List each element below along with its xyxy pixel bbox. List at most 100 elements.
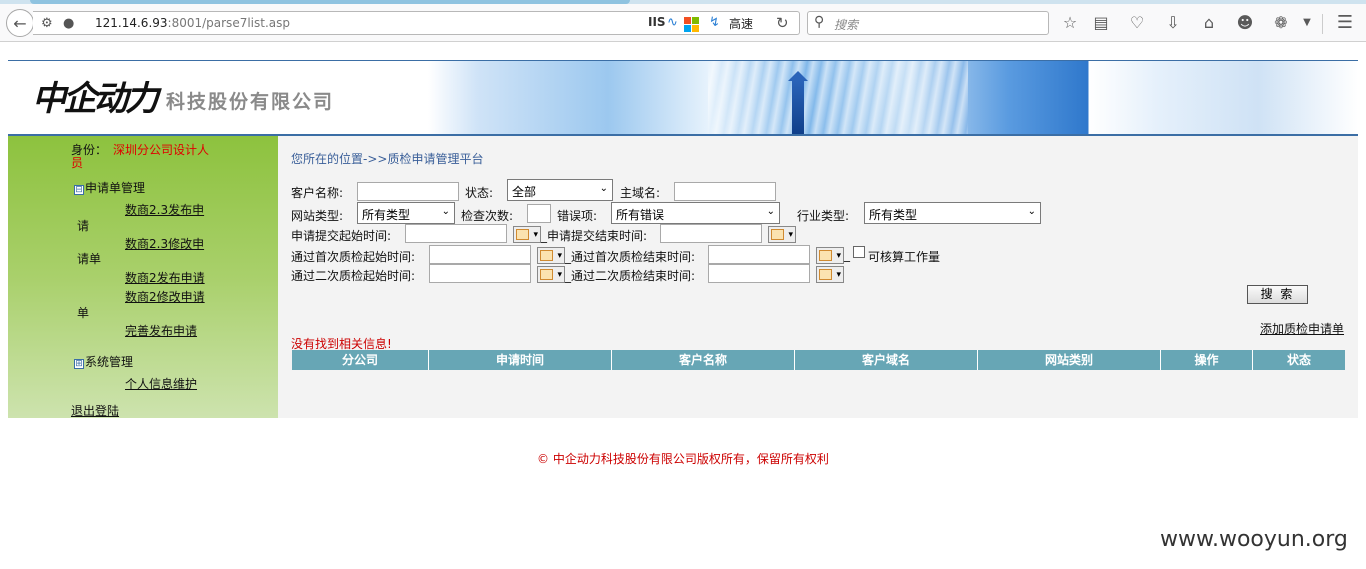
first-check-end-input[interactable]: [708, 245, 810, 264]
bookmark-star-icon[interactable]: ☆: [1060, 13, 1080, 33]
download-icon[interactable]: ⇩: [1163, 13, 1183, 33]
error-label: 错误项:: [557, 209, 598, 223]
lightning-icon[interactable]: ↯: [709, 15, 720, 30]
submit-start-input[interactable]: [405, 224, 507, 243]
customer-name-input[interactable]: [357, 182, 459, 201]
header-banner: 中企动力 科技股份有限公司: [8, 60, 1358, 135]
chevron-down-icon: ⌄: [766, 206, 775, 217]
customer-name-label: 客户名称:: [291, 186, 344, 200]
sidebar-item-ds2-publish[interactable]: 数商2发布申请: [125, 269, 205, 286]
industry-label: 行业类型:: [797, 209, 850, 223]
group-apply-label: 申请单管理: [85, 181, 146, 195]
chevron-down-icon: ⌄: [441, 206, 450, 217]
sidebar-item-complete-publish[interactable]: 完善发布申请: [125, 322, 197, 339]
first-check-start-input[interactable]: [429, 245, 531, 264]
check-count-input[interactable]: [527, 204, 551, 223]
sidebar-item-wrap: 请: [77, 219, 90, 233]
second-check-end-label: _通过二次质检结束时间:: [565, 269, 696, 283]
group-system-management[interactable]: ⊞ 系统管理: [74, 353, 133, 370]
error-select-value: 所有错误: [616, 208, 665, 222]
reload-icon[interactable]: ↻: [776, 14, 789, 32]
company-logo: 中企动力: [32, 79, 159, 119]
site-type-select[interactable]: 所有类型 ⌄: [357, 202, 455, 224]
accountable-checkbox[interactable]: [853, 246, 865, 258]
second-check-end-input[interactable]: [708, 264, 810, 283]
banner-tower-graphic: [788, 71, 808, 134]
collapse-toggle-icon[interactable]: ⊟: [74, 185, 84, 195]
second-check-start-label: 通过二次质检起始时间:: [291, 269, 416, 283]
expand-toggle-icon[interactable]: ⊞: [74, 359, 84, 369]
key-icon[interactable]: ⚙: [41, 16, 53, 31]
add-check-request-link[interactable]: 添加质检申请单: [1260, 320, 1344, 337]
back-button[interactable]: ←: [6, 9, 34, 37]
pocket-icon[interactable]: ♡: [1127, 13, 1147, 33]
tilde-icon[interactable]: ∿: [667, 15, 678, 30]
submit-end-label: _申请提交结束时间:: [541, 229, 648, 243]
sidebar-item-ds23-publish[interactable]: 数商2.3发布申: [125, 201, 204, 218]
search-bar[interactable]: ⚲ 搜索: [807, 11, 1049, 35]
column-header-apply-time[interactable]: 申请时间: [429, 350, 612, 370]
calendar-picker-icon[interactable]: ▾: [816, 266, 844, 283]
site-identity-icon[interactable]: ●: [63, 16, 74, 31]
breadcrumb: 您所在的位置->>质检申请管理平台: [291, 152, 484, 166]
logout-link[interactable]: 退出登陆: [71, 402, 119, 419]
calendar-picker-icon[interactable]: ▾: [537, 266, 565, 283]
second-check-start-input[interactable]: [429, 264, 531, 283]
chevron-down-icon: ⌄: [599, 183, 608, 194]
dropdown-arrow-icon[interactable]: ▼: [1297, 13, 1317, 33]
menu-icon[interactable]: ☰: [1335, 13, 1355, 33]
search-button[interactable]: 搜 索: [1247, 285, 1308, 304]
copyright-footer: © 中企动力科技股份有限公司版权所有，保留所有权利: [537, 452, 829, 466]
underscore-separator: _: [844, 248, 850, 262]
company-name-suffix: 科技股份有限公司: [166, 91, 335, 113]
site-type-label: 网站类型:: [291, 209, 344, 223]
back-arrow-icon: ←: [13, 13, 27, 33]
search-icon: ⚲: [814, 14, 825, 30]
error-select[interactable]: 所有错误 ⌄: [611, 202, 780, 224]
calendar-picker-icon[interactable]: ▾: [537, 247, 565, 264]
calendar-picker-icon[interactable]: ▾: [768, 226, 796, 243]
column-header-customer-name[interactable]: 客户名称: [612, 350, 795, 370]
search-placeholder: 搜索: [834, 18, 859, 32]
accountable-label: 可核算工作量: [868, 250, 941, 264]
speed-mode-label[interactable]: 高速: [729, 15, 753, 32]
column-header-customer-domain[interactable]: 客户域名: [795, 350, 978, 370]
calendar-picker-icon[interactable]: ▾: [816, 247, 844, 264]
chat-icon[interactable]: ☻: [1235, 13, 1255, 33]
sidebar-item-wrap: 单: [77, 306, 90, 320]
extension-icon[interactable]: ❁: [1271, 13, 1291, 33]
site-type-select-value: 所有类型: [362, 208, 411, 222]
calendar-picker-icon[interactable]: ▾: [513, 226, 541, 243]
sidebar-item-ds2-modify[interactable]: 数商2修改申请: [125, 288, 205, 305]
identity-value: 深圳分公司设计人: [113, 143, 210, 157]
banner-light-rays: [708, 61, 968, 134]
result-table-header: 分公司 申请时间 客户名称 客户域名 网站类别 操作 状态: [292, 350, 1345, 370]
first-check-end-label: _通过首次质检结束时间:: [565, 250, 696, 264]
first-check-start-label: 通过首次质检起始时间:: [291, 250, 416, 264]
group-system-label: 系统管理: [85, 355, 134, 369]
submit-start-label: 申请提交起始时间:: [291, 229, 392, 243]
identity-value-wrap: 员: [71, 156, 84, 170]
submit-end-input[interactable]: [660, 224, 762, 243]
status-select[interactable]: 全部 ⌄: [507, 179, 613, 201]
column-header-branch[interactable]: 分公司: [292, 350, 429, 370]
domain-label: 主域名:: [620, 186, 661, 200]
home-icon[interactable]: ⌂: [1199, 13, 1219, 33]
check-count-label: 检查次数:: [461, 209, 514, 223]
sidebar-item-ds23-modify[interactable]: 数商2.3修改申: [125, 235, 204, 252]
column-header-site-category[interactable]: 网站类别: [978, 350, 1161, 370]
url-bar[interactable]: ⚙ ● 121.14.6.93:8001/parse7list.asp IIS …: [33, 11, 800, 35]
column-header-operation[interactable]: 操作: [1161, 350, 1253, 370]
group-apply-management[interactable]: ⊟ 申请单管理: [74, 179, 145, 196]
reading-list-icon[interactable]: ▤: [1091, 13, 1111, 33]
sidebar-item-profile[interactable]: 个人信息维护: [125, 375, 197, 392]
url-text[interactable]: 121.14.6.93:8001/parse7list.asp: [95, 16, 290, 30]
iis-label[interactable]: IIS: [648, 15, 666, 29]
industry-select[interactable]: 所有类型 ⌄: [864, 202, 1041, 224]
domain-input[interactable]: [674, 182, 776, 201]
column-header-status[interactable]: 状态: [1253, 350, 1345, 370]
status-label: 状态:: [465, 186, 494, 200]
windows-logo-icon[interactable]: [684, 17, 699, 32]
industry-select-value: 所有类型: [869, 208, 918, 222]
sidebar: 身份： 深圳分公司设计人 员 ⊟ 申请单管理 数商2.3发布申 请 数商2.3修改…: [8, 136, 278, 418]
